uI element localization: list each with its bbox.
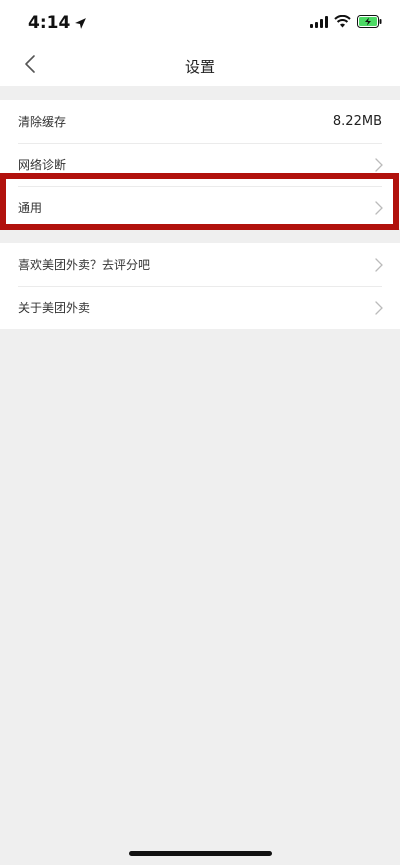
- rate-app-label: 喜欢美团外卖？去评分吧: [18, 258, 151, 272]
- clear-cache-row[interactable]: 清除缓存 8.22MB: [0, 100, 400, 143]
- chevron-right-icon: [375, 157, 383, 172]
- location-arrow-icon: [75, 17, 87, 29]
- cache-size-value: 8.22MB: [332, 114, 382, 129]
- navigation-bar: 设置: [0, 44, 400, 86]
- rate-app-row[interactable]: 喜欢美团外卖？去评分吧: [0, 243, 400, 286]
- status-icons: [310, 15, 382, 28]
- chevron-right-icon: [375, 300, 383, 315]
- wifi-icon: [334, 15, 351, 28]
- status-bar: 4:14: [0, 0, 400, 44]
- about-label: 关于美团外卖: [18, 301, 91, 315]
- cellular-signal-icon: [310, 15, 328, 28]
- status-time-text: 4:14: [28, 13, 71, 33]
- status-time: 4:14: [28, 13, 87, 33]
- network-diagnosis-label: 网络诊断: [18, 158, 67, 172]
- general-row-highlight: [0, 173, 399, 230]
- chevron-right-icon: [375, 257, 383, 272]
- settings-group-2: 喜欢美团外卖？去评分吧 关于美团外卖: [0, 243, 400, 329]
- page-title: 设置: [184, 58, 215, 76]
- battery-charging-icon: [357, 15, 382, 28]
- clear-cache-label: 清除缓存: [18, 115, 67, 129]
- home-indicator[interactable]: [129, 851, 272, 856]
- about-row[interactable]: 关于美团外卖: [0, 286, 400, 329]
- top-area: 4:14 设置: [0, 0, 400, 86]
